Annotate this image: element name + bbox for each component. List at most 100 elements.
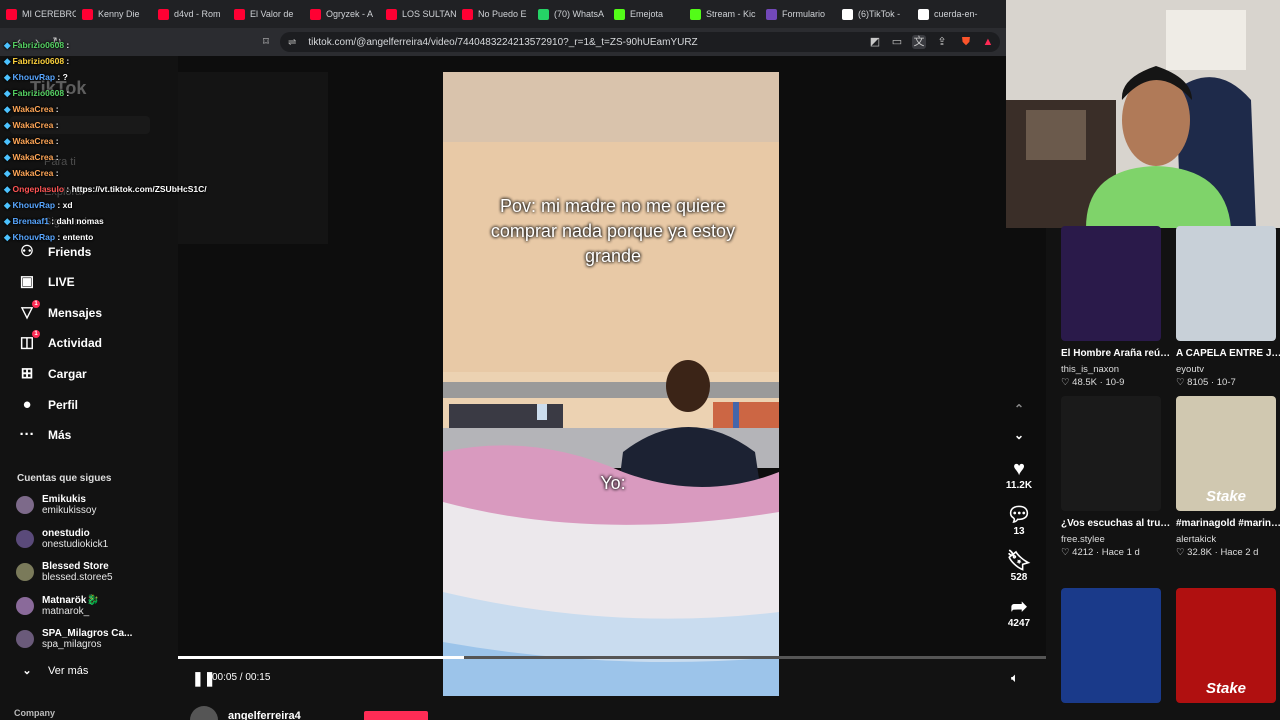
chat-badge-icon: ◆ <box>4 232 11 242</box>
browser-tab[interactable]: Kenny Die <box>76 0 152 28</box>
video-author: eyoutv <box>1176 364 1204 375</box>
browser-tab[interactable]: d4vd - Rom <box>152 0 228 28</box>
author-avatar[interactable] <box>190 706 218 720</box>
more-icon: ··· <box>19 426 35 443</box>
following-account[interactable]: Emikukis emikukissoy <box>16 494 96 516</box>
following-account[interactable]: Blessed Store blessed.storee5 <box>16 561 113 583</box>
chat-badge-icon: ◆ <box>4 40 11 50</box>
comment-button[interactable]: 💬︎ 13 <box>1005 504 1033 537</box>
tab-favicon-icon <box>82 8 93 20</box>
recommended-video[interactable]: A CAPELA ENTRE JONY Y DALIA en... eyoutv ♡… <box>1176 226 1280 388</box>
recommended-video[interactable]: Stake #marinagold #marinaworld... alertaki… <box>1176 396 1280 558</box>
chat-text: : <box>64 88 70 98</box>
tab-favicon-icon <box>158 8 169 20</box>
next-video-icon[interactable]: ⌄ <box>1005 428 1033 442</box>
video-stats: ♡ 48.5K · 10-9 <box>1061 377 1125 388</box>
previous-video-icon[interactable]: ⌃ <box>1005 402 1033 416</box>
account-name: Blessed Store <box>42 561 109 572</box>
chat-badge-icon: ◆ <box>4 104 11 114</box>
sidebar-item-mensajes[interactable]: ▽ 1 Mensajes <box>18 300 103 322</box>
author-name[interactable]: angelferreira4 <box>228 710 301 720</box>
video-title: A CAPELA ENTRE JONY Y DALIA en... <box>1176 348 1280 359</box>
sidebar-item-más[interactable]: ··· Más <box>18 426 72 444</box>
volume-icon[interactable]: 🔈︎ <box>1011 670 1019 686</box>
browser-tab[interactable]: LOS SULTAN <box>380 0 456 28</box>
video-thumbnail: Stake <box>1176 396 1276 511</box>
chat-message: ◆ Brenaaf1 : dahl nomas <box>4 216 104 227</box>
stream-chat-overlay: ◆ Fabrizio0608 : ◆ Fabrizio0608 : ◆ KhouvRa… <box>0 40 330 245</box>
video-player[interactable]: Pov: mi madre no me quiere comprar nada … <box>443 72 779 696</box>
chat-badge-icon: ◆ <box>4 72 11 82</box>
browser-tab[interactable]: MI CEREBRO <box>0 0 76 28</box>
avatar <box>16 496 34 514</box>
recommended-video[interactable]: Stake <box>1176 588 1280 703</box>
browser-tab[interactable]: No Puedo E <box>456 0 532 28</box>
browser-tab[interactable]: Emejota <box>608 0 684 28</box>
chat-username: Ongeplasulo <box>12 184 65 194</box>
recommended-video[interactable]: El Hombre Araña reúne a los... this_is_na… <box>1061 226 1171 388</box>
recommended-video[interactable]: ¿Vos escuchas al trueno? Que pésim... fre… <box>1061 396 1171 558</box>
browser-tab[interactable]: Formulario <box>760 0 836 28</box>
following-account[interactable]: Matnarök🐉 matnarok_ <box>16 595 99 617</box>
see-more-button[interactable]: ⌄ Ver más <box>18 662 88 680</box>
tab-label: LOS SULTAN <box>402 9 456 19</box>
chat-message: ◆ WakaCrea : <box>4 104 59 115</box>
share-icon[interactable]: ⇪ <box>935 35 949 49</box>
video-author: alertakick <box>1176 534 1217 545</box>
chat-badge-icon: ◆ <box>4 200 11 210</box>
chat-message: ◆ Fabrizio0608 : <box>4 56 69 67</box>
tab-favicon-icon <box>918 8 929 20</box>
chat-username: WakaCrea <box>12 152 54 162</box>
browser-tab[interactable]: Ogryzek - A <box>304 0 380 28</box>
browser-tab[interactable]: El Valor de <box>228 0 304 28</box>
footer-company-link[interactable]: Company <box>14 708 55 718</box>
mute-site-icon[interactable]: ◩ <box>868 35 882 49</box>
follow-button[interactable] <box>364 711 428 720</box>
sidebar-item-friends[interactable]: ⚇ Friends <box>18 243 91 261</box>
video-progress-bar[interactable] <box>178 656 1046 659</box>
cast-icon[interactable]: ▭ <box>890 35 904 49</box>
chat-message: ◆ KhouvRap : ? <box>4 72 68 83</box>
brave-shield-icon[interactable]: ⛊ <box>959 35 973 49</box>
sidebar-item-live[interactable]: ▣ LIVE <box>18 273 75 291</box>
sidebar-item-cargar[interactable]: ⊞ Cargar <box>18 365 87 383</box>
share-button[interactable]: ➦ 4247 <box>1005 596 1033 629</box>
video-progress-fill <box>178 656 465 659</box>
save-button[interactable]: 🔖︎ 528 <box>1005 550 1033 583</box>
following-account[interactable]: SPA_Milagros Ca... spa_milagros <box>16 628 132 650</box>
bookmark-save-icon: 🔖︎ <box>1006 550 1032 572</box>
share-arrow-icon: ➦ <box>1010 596 1028 618</box>
chat-message: ◆ WakaCrea : <box>4 120 59 131</box>
browser-tab[interactable]: cuerda-en- <box>912 0 988 28</box>
tab-label: Stream - Kic <box>706 9 756 19</box>
tab-favicon-icon <box>766 8 777 20</box>
tab-label: El Valor de <box>250 9 294 19</box>
stake-logo: Stake <box>1205 680 1247 697</box>
tab-favicon-icon <box>462 8 473 20</box>
sidebar-item-perfil[interactable]: ● Perfil <box>18 396 78 414</box>
tab-label: cuerda-en- <box>934 9 978 19</box>
account-name: Matnarök🐉 <box>42 594 99 606</box>
browser-tab[interactable]: (70) WhatsA <box>532 0 608 28</box>
live-icon: ▣ <box>19 273 35 290</box>
video-stats: ♡ 8105 · 10-7 <box>1176 377 1236 388</box>
url-text: tiktok.com/@angelferreira4/video/7440483… <box>308 36 698 48</box>
translate-icon[interactable]: 文 <box>912 35 926 49</box>
sidebar-item-label: Actividad <box>48 336 103 350</box>
browser-tab[interactable]: (6)TikTok - <box>836 0 912 28</box>
chat-text: : <box>53 120 59 130</box>
recommended-video[interactable] <box>1061 588 1171 703</box>
chat-badge-icon: ◆ <box>4 216 11 226</box>
sidebar-item-label: Mensajes <box>48 306 103 320</box>
account-name: Emikukis <box>42 494 86 505</box>
profile-icon: ● <box>22 396 32 413</box>
avatar <box>16 630 34 648</box>
like-button[interactable]: ♥ 11.2K <box>1005 458 1033 491</box>
browser-tab[interactable]: Stream - Kic <box>684 0 760 28</box>
video-thumbnail <box>1061 226 1161 341</box>
brave-rewards-icon[interactable]: ▲ <box>981 35 995 49</box>
browser-tab-bar: MI CEREBRO Kenny Die d4vd - Rom El Valor de… <box>0 0 1006 28</box>
sidebar-item-label: Cargar <box>48 367 87 381</box>
sidebar-item-actividad[interactable]: ◫ 1 Actividad <box>18 330 103 352</box>
following-account[interactable]: onestudio onestudiokick1 <box>16 528 108 550</box>
